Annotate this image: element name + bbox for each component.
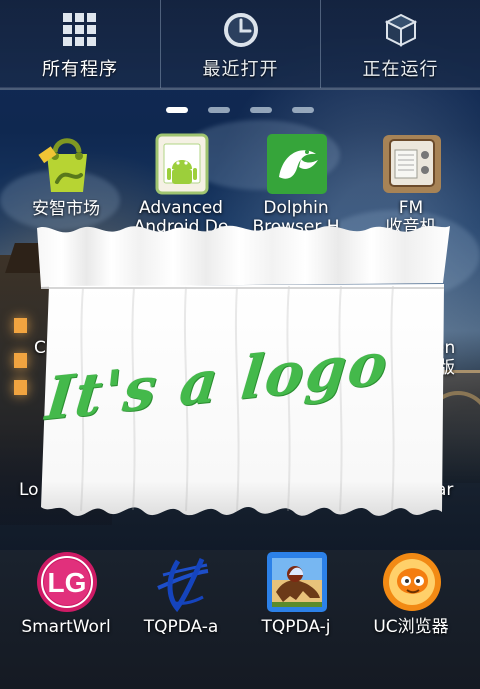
grid-icon xyxy=(63,13,96,46)
app-label-uc-browser: UC浏览器 xyxy=(373,617,449,637)
app-label-tqpda-j: TQPDA-j xyxy=(261,617,331,637)
clock-icon xyxy=(224,13,258,47)
page-dot[interactable] xyxy=(208,107,230,113)
dolphin-browser-icon xyxy=(267,134,327,194)
tab-label-recently-opened: 最近打开 xyxy=(202,59,279,80)
anzhi-market-icon xyxy=(38,138,87,192)
uc-browser-icon xyxy=(383,553,441,611)
app-uc-browser[interactable]: UC浏览器 xyxy=(355,550,467,662)
app-label-smartworld: SmartWorl xyxy=(21,617,111,637)
page-indicator xyxy=(166,107,314,113)
tab-label-all-programs: 所有程序 xyxy=(42,59,118,80)
launcher-screen: 所有程序 最近打开 正在运行 安智市场 Advanced Android De … xyxy=(0,0,480,689)
android-device-icon xyxy=(155,133,209,195)
window-light xyxy=(14,380,27,395)
app-label-anzhi-market: 安智市场 xyxy=(32,199,100,219)
app-smartworld[interactable]: LG SmartWorl xyxy=(10,550,122,662)
tab-running[interactable]: 正在运行 xyxy=(320,0,480,88)
page-dot[interactable] xyxy=(292,107,314,113)
window-light xyxy=(14,318,27,333)
launcher-tab-bar: 所有程序 最近打开 正在运行 xyxy=(0,0,480,90)
page-dot-active[interactable] xyxy=(166,107,188,113)
app-tqpda-j[interactable]: TQPDA-j xyxy=(240,550,352,662)
tqpda-j-icon xyxy=(267,552,327,612)
tab-all-programs[interactable]: 所有程序 xyxy=(0,0,160,88)
curtain-logo-widget[interactable]: It's a logo xyxy=(31,220,452,539)
fm-radio-icon xyxy=(383,135,441,193)
box-icon xyxy=(384,13,418,47)
svg-text:LG: LG xyxy=(48,567,87,598)
page-dot[interactable] xyxy=(250,107,272,113)
tab-label-running: 正在运行 xyxy=(362,59,439,80)
app-tqpda-a[interactable]: TQPDA-a xyxy=(125,550,237,662)
tab-recently-opened[interactable]: 最近打开 xyxy=(160,0,320,88)
app-label-tqpda-a: TQPDA-a xyxy=(143,617,219,637)
tqpda-a-icon xyxy=(157,557,209,613)
window-light xyxy=(14,353,27,368)
lg-logo-icon: LG xyxy=(37,552,97,612)
